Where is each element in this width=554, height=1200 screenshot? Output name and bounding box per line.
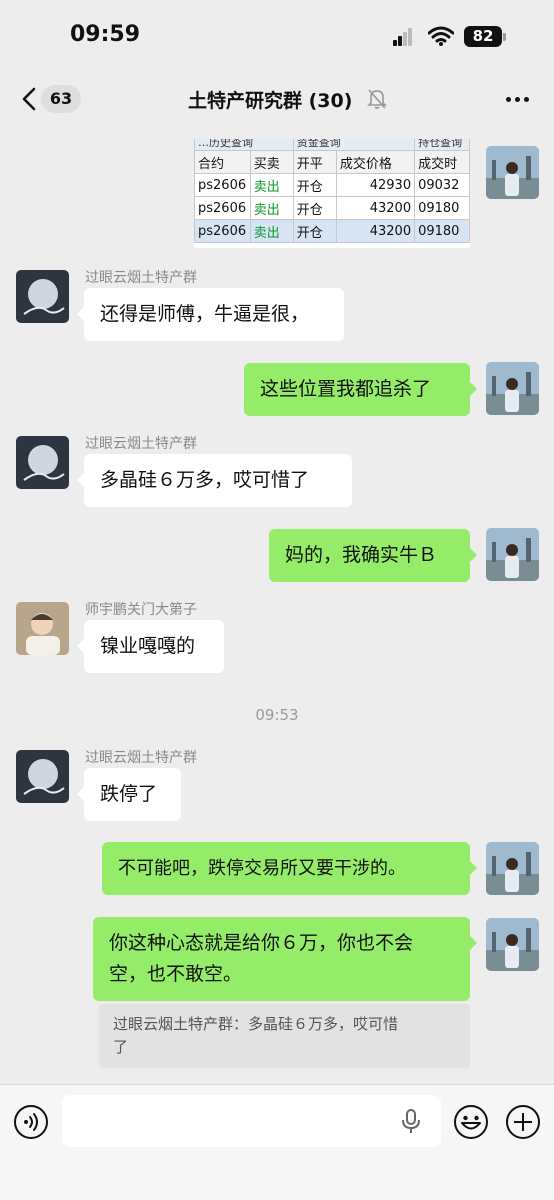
battery-icon: 82 (464, 26, 502, 47)
table-cell: 43200 (335, 219, 416, 243)
voice-icon[interactable] (13, 1104, 49, 1140)
microphone-icon[interactable] (400, 1108, 422, 1134)
table-row: ps2606 卖出 开仓 43200 09180 (194, 196, 470, 220)
avatar[interactable] (486, 528, 539, 581)
avatar[interactable] (16, 602, 69, 655)
screenshot-tab: 持仓查询 (414, 139, 470, 151)
unread-count-badge[interactable]: 63 (41, 85, 81, 113)
message-bubble[interactable]: 跌停了 (77, 768, 181, 821)
quote-line: 过眼云烟土特产群：多晶硅６万多，哎可惜 (113, 1015, 399, 1033)
table-header: 买卖 (249, 150, 294, 174)
table-cell: 开仓 (292, 173, 337, 197)
table-row: ps2606 卖出 开仓 43200 09180 (194, 219, 470, 243)
screenshot-tab: …历史查询 (194, 139, 294, 151)
avatar[interactable] (16, 270, 69, 323)
quote-line: 了 (113, 1038, 129, 1056)
message-bubble[interactable]: 多晶硅６万多，哎可惜了 (77, 454, 352, 507)
table-cell: 卖出 (249, 173, 294, 197)
table-cell: 09180 (414, 219, 470, 243)
avatar[interactable] (16, 436, 69, 489)
message-bubble[interactable]: 不可能吧，跌停交易所又要干涉的。 (102, 842, 477, 895)
table-cell: 09180 (414, 196, 470, 220)
table-cell: 开仓 (292, 196, 337, 220)
table-cell: 卖出 (249, 219, 294, 243)
quoted-message[interactable]: 过眼云烟土特产群：多晶硅６万多，哎可惜 了 (99, 1004, 470, 1068)
sender-name: 师宇鹏关门大第子 (85, 602, 197, 618)
message-line: 你这种心态就是给你６万，你也不会 (109, 932, 414, 954)
table-cell: ps2606 (194, 219, 251, 243)
table-cell: 42930 (335, 173, 416, 197)
table-cell: 卖出 (249, 196, 294, 220)
input-bar (0, 1084, 554, 1200)
table-cell: ps2606 (194, 173, 251, 197)
bell-off-icon (367, 89, 387, 109)
sender-name: 过眼云烟土特产群 (85, 750, 197, 766)
battery-tip (503, 33, 506, 41)
avatar[interactable] (486, 362, 539, 415)
chat-header: 63 土特产研究群 (30) (0, 76, 554, 124)
signal-icon (393, 28, 413, 46)
avatar[interactable] (486, 146, 539, 199)
plus-icon[interactable] (505, 1104, 541, 1140)
chat-timestamp: 09:53 (255, 706, 299, 724)
status-time: 09:59 (70, 22, 141, 47)
message-line: 空，也不敢空。 (109, 963, 243, 985)
table-header: 合约 (194, 150, 251, 174)
wifi-icon (428, 26, 454, 46)
message-bubble[interactable]: 妈的，我确实牛Ｂ (269, 529, 477, 582)
message-bubble[interactable]: 这些位置我都追杀了 (244, 363, 477, 416)
message-bubble[interactable]: 镍业嘎嘎的 (77, 620, 224, 673)
table-header: 成交时 (414, 150, 470, 174)
message-input[interactable] (62, 1095, 441, 1147)
table-header: 开平 (292, 150, 337, 174)
trade-screenshot-image[interactable]: …历史查询 资金查询 持仓查询 合约 买卖 开平 成交价格 成交时 ps2606… (194, 139, 470, 248)
avatar[interactable] (486, 918, 539, 971)
emoji-icon[interactable] (453, 1104, 489, 1140)
table-cell: 开仓 (292, 219, 337, 243)
table-cell: 43200 (335, 196, 416, 220)
status-bar: 09:59 82 (0, 0, 554, 76)
more-dots-icon[interactable] (505, 86, 531, 112)
avatar[interactable] (16, 750, 69, 803)
message-bubble[interactable]: 你这种心态就是给你６万，你也不会 空，也不敢空。 (93, 917, 477, 1001)
chat-title: 土特产研究群 (30) (188, 90, 353, 112)
screenshot-tab: 资金查询 (292, 139, 416, 151)
table-row: ps2606 卖出 开仓 42930 09032 (194, 173, 470, 197)
table-cell: 09032 (414, 173, 470, 197)
table-header: 成交价格 (335, 150, 416, 174)
message-bubble[interactable]: 还得是师傅，牛逼是很， (77, 288, 344, 341)
avatar[interactable] (486, 842, 539, 895)
table-cell: ps2606 (194, 196, 251, 220)
sender-name: 过眼云烟土特产群 (85, 436, 197, 452)
sender-name: 过眼云烟土特产群 (85, 270, 197, 286)
